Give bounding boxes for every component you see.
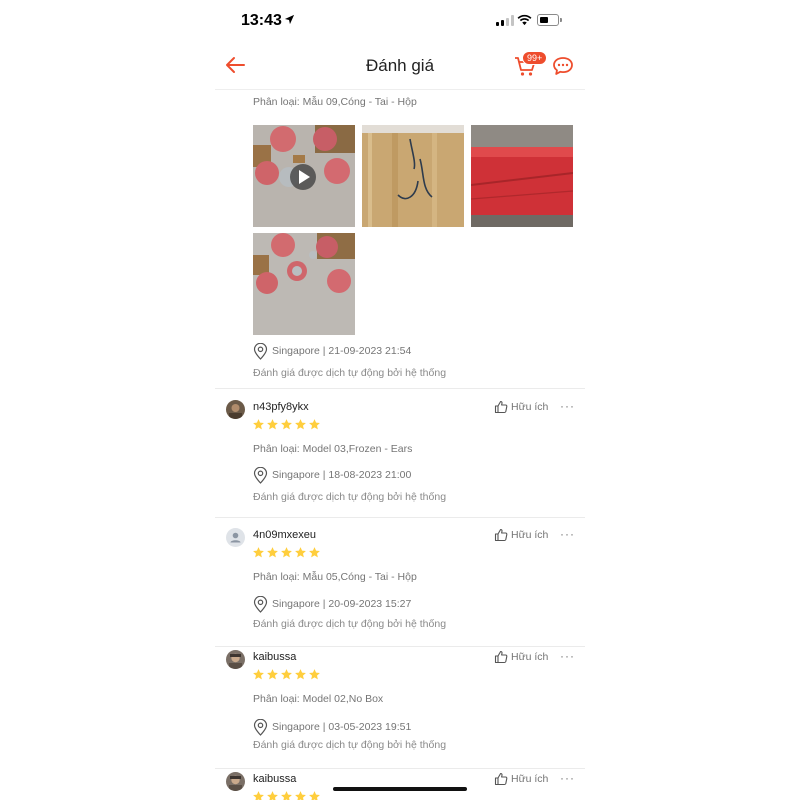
star-icon (253, 791, 264, 800)
translated-note: Đánh giá được dịch tự động bởi hệ thống (253, 367, 447, 379)
review-location: Singapore | 18-08-2023 21:00 (253, 466, 411, 484)
phone-screen: 13:43 Đánh giá 99+ Phân loại: Mẫu 09,Cón… (215, 0, 585, 800)
more-icon[interactable]: ··· (560, 527, 575, 541)
review-location: Singapore | 20-09-2023 15:27 (253, 595, 411, 613)
review-variant: Phân loại: Mẫu 05,Cóng - Tai - Hộp (253, 571, 417, 583)
helpful-label: Hữu ích (511, 401, 549, 413)
thumbs-up-icon (494, 400, 508, 414)
translated-note: Đánh giá được dịch tự động bởi hệ thống (253, 491, 447, 503)
divider (215, 388, 585, 389)
avatar[interactable] (226, 400, 245, 419)
review-variant: Phân loại: Mẫu 09,Cóng - Tai - Hộp (253, 96, 417, 108)
star-icon (281, 547, 292, 558)
review-photo[interactable] (362, 125, 464, 227)
thumbs-up-icon (494, 772, 508, 786)
divider (215, 768, 585, 769)
star-icon (267, 791, 278, 800)
rating-stars (252, 668, 321, 681)
star-icon (267, 669, 278, 680)
star-icon (309, 669, 320, 680)
rating-stars (252, 546, 321, 559)
helpful-button[interactable]: Hữu ích (494, 400, 548, 414)
more-icon[interactable]: ··· (560, 649, 575, 663)
wifi-icon (517, 14, 532, 26)
helpful-label: Hữu ích (511, 529, 549, 541)
review-variant: Phân loại: Model 02,No Box (253, 693, 384, 705)
review-location: Singapore | 03-05-2023 19:51 (253, 718, 411, 736)
star-icon (309, 547, 320, 558)
review-location-text: Singapore | 18-08-2023 21:00 (272, 469, 412, 481)
helpful-button[interactable]: Hữu ích (494, 772, 548, 786)
home-indicator (333, 787, 467, 791)
cart-count-badge: 99+ (522, 51, 548, 65)
divider (215, 646, 585, 647)
review-photo[interactable] (471, 125, 573, 227)
star-icon (309, 419, 320, 430)
location-pin-icon (253, 342, 268, 360)
avatar[interactable] (226, 528, 245, 547)
helpful-button[interactable]: Hữu ích (494, 650, 548, 664)
review-username: kaibussa (253, 651, 297, 663)
location-pin-icon (253, 466, 268, 484)
review-username: n43pfy8ykx (253, 401, 309, 413)
review-list[interactable]: Phân loại: Mẫu 09,Cóng - Tai - Hộp Singa… (215, 90, 585, 800)
helpful-label: Hữu ích (511, 773, 549, 785)
more-icon[interactable]: ··· (560, 771, 575, 785)
review-location-text: Singapore | 03-05-2023 19:51 (272, 721, 412, 733)
review-location: Singapore | 21-09-2023 21:54 (253, 342, 411, 360)
review-location-text: Singapore | 20-09-2023 15:27 (272, 598, 412, 610)
battery-icon (537, 14, 562, 26)
thumbs-up-icon (494, 528, 508, 542)
review-photo[interactable] (253, 233, 355, 335)
thumbs-up-icon (494, 650, 508, 664)
star-icon (267, 547, 278, 558)
status-bar: 13:43 (215, 0, 585, 42)
cellular-signal-icon (496, 15, 514, 26)
chat-icon[interactable] (552, 56, 574, 76)
star-icon (309, 791, 320, 800)
more-icon[interactable]: ··· (560, 399, 575, 413)
location-arrow-icon (284, 14, 295, 25)
star-icon (295, 547, 306, 558)
star-icon (253, 547, 264, 558)
review-video-thumbnail[interactable] (253, 125, 355, 227)
divider (215, 517, 585, 518)
rating-stars (252, 790, 321, 800)
star-icon (295, 419, 306, 430)
review-location-text: Singapore | 21-09-2023 21:54 (272, 345, 412, 357)
translated-note: Đánh giá được dịch tự động bởi hệ thống (253, 739, 447, 751)
location-pin-icon (253, 595, 268, 613)
review-username: kaibussa (253, 773, 297, 785)
location-pin-icon (253, 718, 268, 736)
helpful-button[interactable]: Hữu ích (494, 528, 548, 542)
star-icon (281, 669, 292, 680)
star-icon (253, 669, 264, 680)
star-icon (295, 669, 306, 680)
helpful-label: Hữu ích (511, 651, 549, 663)
star-icon (281, 791, 292, 800)
star-icon (295, 791, 306, 800)
rating-stars (252, 418, 321, 431)
review-variant: Phân loại: Model 03,Frozen - Ears (253, 443, 413, 455)
nav-bar: Đánh giá 99+ (215, 42, 585, 90)
status-time: 13:43 (241, 12, 282, 29)
translated-note: Đánh giá được dịch tự động bởi hệ thống (253, 618, 447, 630)
star-icon (281, 419, 292, 430)
avatar[interactable] (226, 772, 245, 791)
review-username: 4n09mxexeu (253, 529, 316, 541)
star-icon (253, 419, 264, 430)
star-icon (267, 419, 278, 430)
avatar[interactable] (226, 650, 245, 669)
